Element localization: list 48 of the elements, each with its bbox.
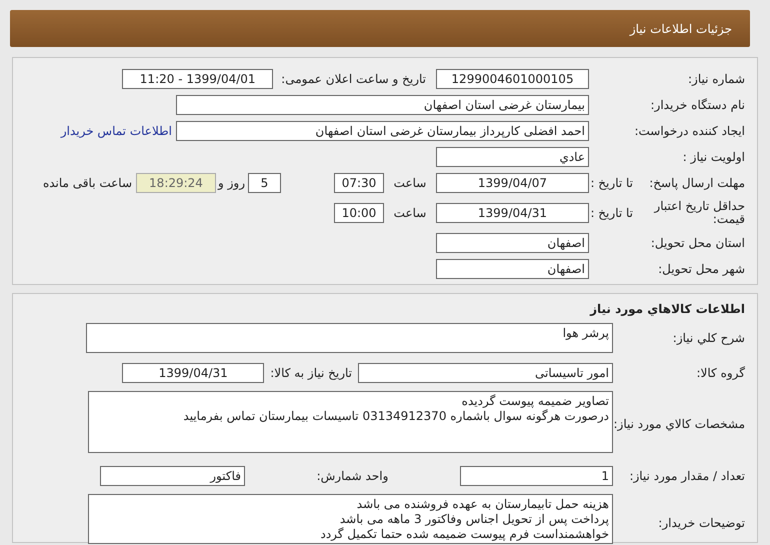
buyer-field: بیمارستان غرضی استان اصفهان [176, 95, 589, 115]
field-label: واحد شمارش: [316, 468, 390, 482]
field-label: اولویت نیاز : [682, 150, 745, 164]
contact-link[interactable]: اطلاعات تماس خریدار [60, 124, 172, 138]
creator-field: احمد افضلی کارپرداز بیمارستان غرضی استان اصفهان [176, 121, 589, 141]
field-label: شماره نیاز: [687, 72, 745, 86]
province-field: اصفهان [436, 233, 589, 253]
remaining-time-field: 18:29:24 [136, 173, 216, 193]
field-label: تاریخ و ساعت اعلان عمومی: [281, 72, 426, 86]
field-label: ساعت [392, 206, 428, 220]
notes-line: خواهشمنداست فرم پیوست ضمیمه شده حتما تکمیل گردد [319, 527, 609, 542]
field-label: شهر محل تحویل: [657, 262, 745, 276]
field-label: ساعت باقی مانده [42, 176, 132, 190]
field-label: روز و [218, 176, 245, 190]
notes-line: هزینه حمل تابیمارستان به عهده فروشنده می باشد [356, 497, 609, 512]
notes-line: پرداخت پس از تحویل اجناس وفاکتور 3 ماهه می باشد [338, 512, 609, 527]
unit-field: فاکتور [100, 466, 245, 486]
deadline-time-field: 07:30 [334, 173, 384, 193]
need-number-field: 1299004601000105 [436, 69, 589, 89]
days-field: 5 [248, 173, 281, 193]
field-label: مهلت ارسال پاسخ: [648, 176, 745, 190]
field-label: شرح کلي نياز: [672, 331, 745, 345]
section-title: اطلاعات کالاهاي مورد نياز [588, 302, 745, 318]
priority-field: عادي [436, 147, 589, 167]
field-label: گروه کالا: [696, 366, 745, 380]
field-label: تعداد / مقدار مورد نیاز: [628, 468, 745, 482]
specs-line: تصاویر ضمیمه پیوست گردیده [460, 394, 609, 409]
validity-date-field: 1399/04/31 [436, 203, 589, 223]
need-date-field: 1399/04/31 [122, 362, 264, 382]
field-label: تا تاریخ : [589, 176, 633, 190]
city-field: اصفهان [436, 259, 589, 279]
validity-time-field: 10:00 [334, 203, 384, 223]
field-label: حداقل تاریخ اعتبار قیمت: [652, 200, 745, 226]
deadline-date-field: 1399/04/07 [436, 173, 589, 193]
group-field: امور تاسیساتی [358, 362, 613, 382]
field-label: استان محل تحویل: [650, 236, 745, 250]
field-label: مشخصات کالاي مورد نياز: [613, 416, 745, 431]
field-label: تاریخ نیاز به کالا: [270, 366, 352, 380]
field-label: توضیحات خریدار: [657, 515, 745, 530]
quantity-field: 1 [460, 466, 613, 486]
field-label: ساعت [392, 176, 428, 190]
announce-date-field: 1399/04/01 - 11:20 [122, 69, 274, 89]
field-label: نام دستگاه خریدار: [650, 98, 745, 112]
summary-field: پرشر هوا [86, 323, 613, 353]
field-label: تا تاریخ : [589, 206, 633, 220]
field-label: ایجاد کننده درخواست: [633, 124, 745, 138]
page-title: جزئیات اطلاعات نیاز [630, 22, 732, 36]
specs-line: درصورت هرگونه سوال باشماره 03134912370 تاسیسات بیمارستان تماس بفرمایید [182, 409, 609, 424]
